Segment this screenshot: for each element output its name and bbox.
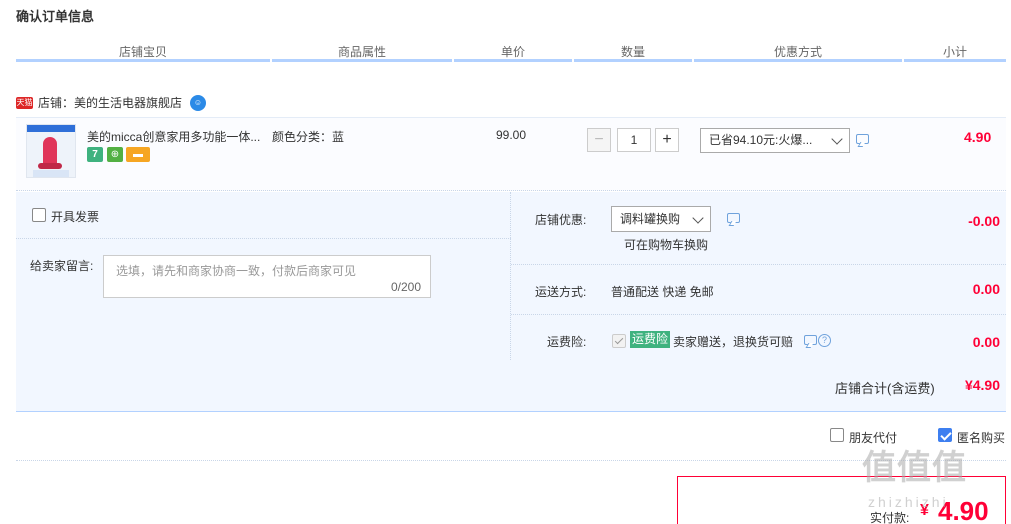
product-thumbnail[interactable]	[26, 124, 76, 178]
header-shop-item: 店铺宝贝	[16, 42, 270, 62]
shop-discount-select[interactable]: 调料罐换购	[611, 206, 711, 232]
header-unit-price: 单价	[454, 42, 572, 62]
shop-discount-amount: -0.00	[968, 213, 1000, 229]
insurance-text: 卖家赠送，退换货可赔	[673, 335, 794, 349]
shop-total-label: 店铺合计(含运费)	[835, 381, 935, 396]
payment-label: 实付款:	[870, 511, 910, 524]
service-guarantee-icon[interactable]: ⊕	[107, 147, 123, 162]
shipping-amount: 0.00	[972, 281, 1000, 297]
message-label: 给卖家留言:	[30, 259, 94, 273]
watermark-logo: 值值值	[862, 449, 967, 487]
seller-message-input[interactable]: 选填，请先和商家协商一致，付款后商家可见 0/200	[103, 255, 431, 298]
quantity-plus-button[interactable]: +	[655, 128, 679, 152]
wangwang-chat-icon[interactable]: ☺	[190, 95, 207, 111]
shop-discount-comment-icon[interactable]	[727, 213, 740, 223]
shop-total-amount: ¥4.90	[964, 377, 1000, 393]
header-attributes: 商品属性	[272, 42, 452, 62]
product-attribute: 颜色分类：蓝	[272, 130, 345, 144]
header-discount: 优惠方式	[694, 42, 902, 62]
order-table-header: 店铺宝贝 商品属性 单价 数量 优惠方式 小计	[16, 42, 1006, 64]
invoice-label[interactable]: 开具发票	[51, 208, 99, 225]
chevron-down-icon	[831, 133, 843, 145]
insurance-amount: 0.00	[972, 334, 1000, 350]
chevron-down-icon	[692, 212, 704, 224]
shop-discount-value: 调料罐换购	[620, 212, 681, 226]
shop-discount-note: 可在购物车换购	[624, 238, 709, 252]
shop-line: 天猫 店铺：美的生活电器旗舰店 ☺	[16, 94, 207, 112]
unit-price: 99.00	[496, 128, 527, 142]
product-title-link[interactable]: 美的micca创意家用多功能一体...	[87, 128, 260, 145]
insurance-comment-icon[interactable]	[804, 335, 817, 345]
help-icon[interactable]: ?	[818, 334, 831, 347]
shop-discount-label: 店铺优惠:	[535, 213, 587, 227]
insurance-label: 运费险:	[547, 335, 587, 349]
invoice-checkbox[interactable]	[32, 208, 46, 222]
divider	[16, 460, 1006, 461]
insurance-tag: 运费险	[630, 331, 671, 348]
friend-pay-checkbox[interactable]	[830, 428, 844, 442]
item-subtotal: 4.90	[964, 129, 992, 145]
shipping-label: 运送方式:	[535, 285, 587, 299]
header-subtotal: 小计	[904, 42, 1006, 62]
credit-card-icon[interactable]: ▬	[126, 147, 150, 162]
quantity-input[interactable]: 1	[617, 128, 651, 152]
quantity-minus-button[interactable]: −	[587, 128, 611, 152]
message-placeholder: 选填，请先和商家协商一致，付款后商家可见	[116, 264, 357, 278]
promotion-select[interactable]: 已省94.10元:火爆...	[700, 128, 850, 153]
tmall-badge-icon: 天猫	[16, 97, 33, 109]
header-quantity: 数量	[574, 42, 692, 62]
page-title: 确认订单信息	[16, 9, 95, 24]
seven-day-return-icon[interactable]: 7	[87, 147, 103, 162]
promotion-select-value: 已省94.10元:火爆...	[709, 133, 813, 147]
watermark-text: zhizhizhi	[868, 494, 949, 510]
shop-name-link[interactable]: 店铺：美的生活电器旗舰店	[38, 94, 182, 112]
shipping-method: 普通配送 快递 免邮	[611, 285, 714, 299]
message-char-count: 0/200	[390, 280, 421, 294]
insurance-checkbox	[612, 334, 626, 348]
promotion-comment-icon[interactable]	[856, 134, 869, 144]
